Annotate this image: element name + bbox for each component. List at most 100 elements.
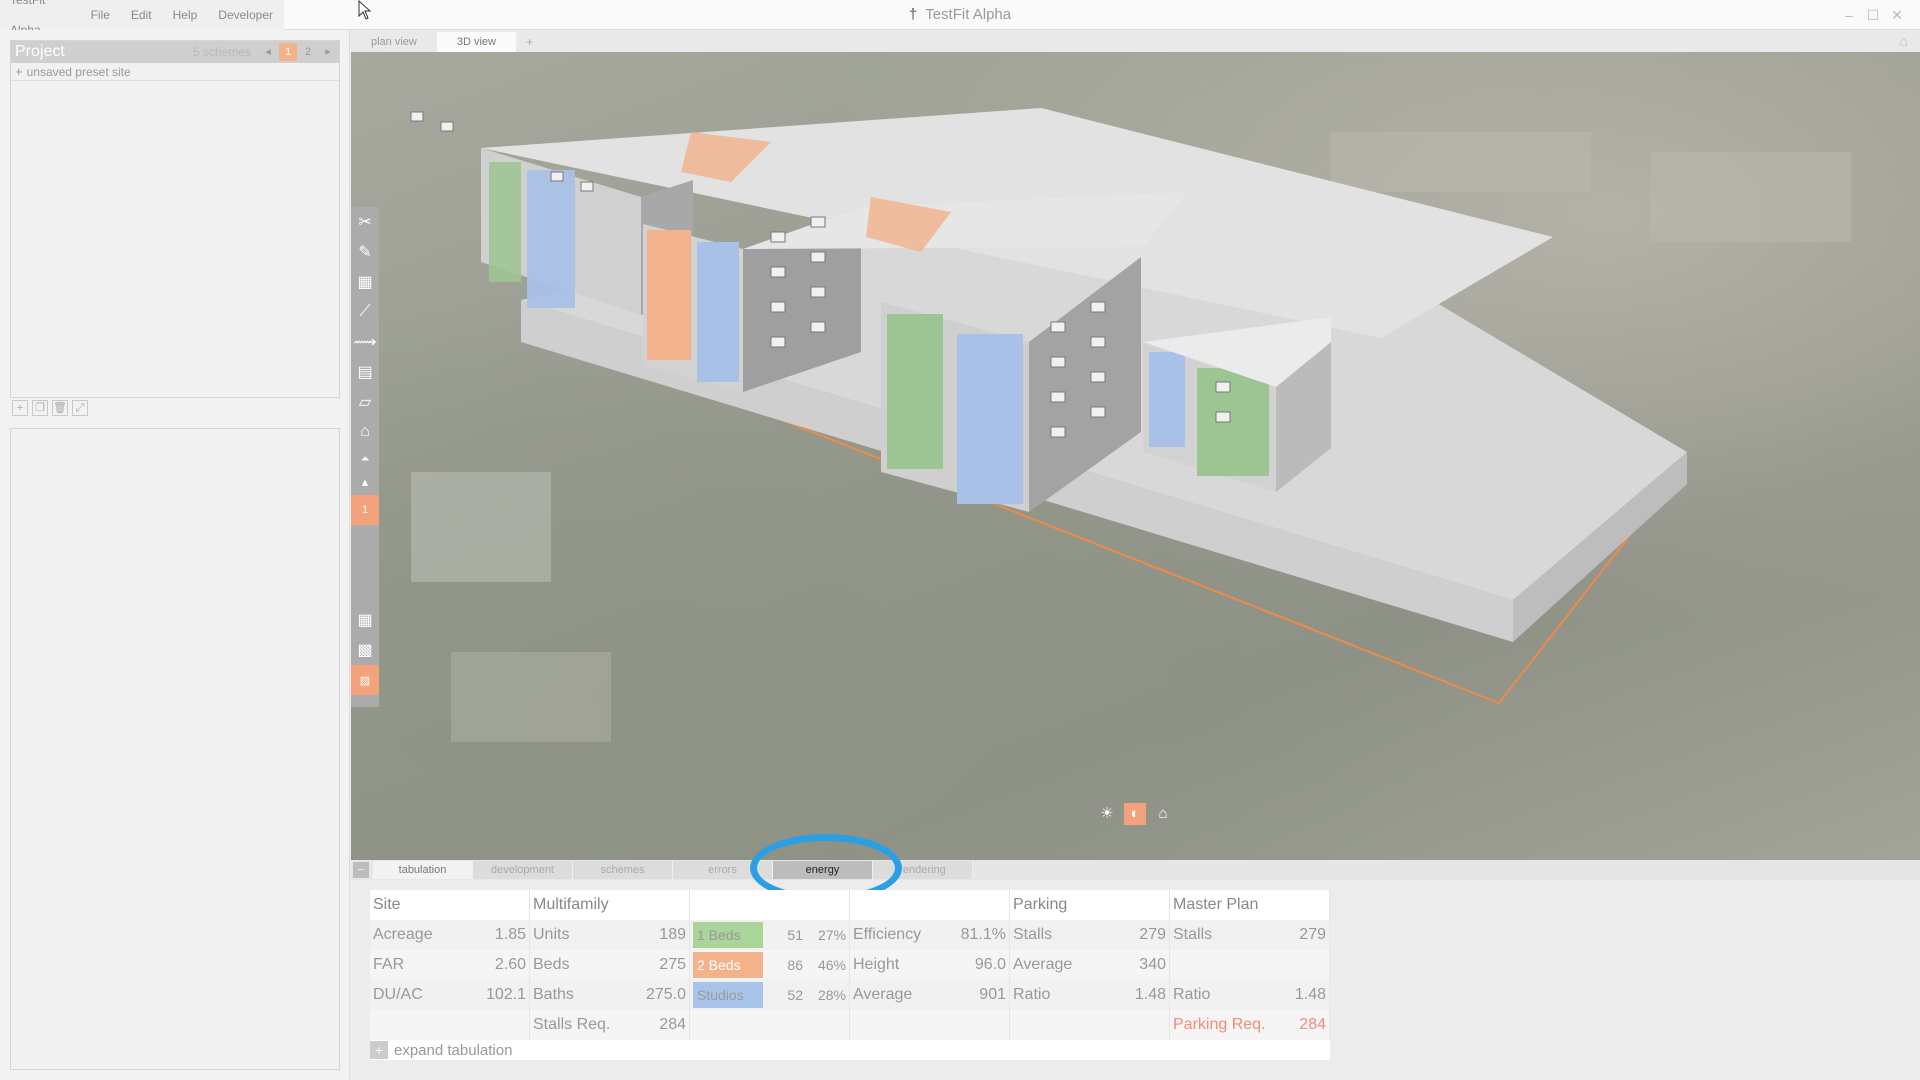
next-page-icon[interactable]: ▸ (319, 43, 337, 61)
title-bar: † TestFit Alpha TestFit Alpha File Edit H… (0, 0, 1920, 37)
tab-tabulation[interactable]: tabulation (373, 861, 473, 879)
ruler-tool-icon[interactable]: ▱ (351, 387, 379, 417)
satellite-view-icon[interactable]: ▩ (351, 635, 379, 665)
menu-bar: TestFit Alpha File Edit Help Developer (0, 0, 284, 37)
tab-plan-view[interactable]: plan view (351, 32, 437, 52)
table-row (1170, 950, 1329, 980)
parking-tool-icon[interactable]: ▤ (351, 357, 379, 387)
multifamily-column: Multifamily Units 189 Beds 275 Baths 275.0 … (530, 890, 690, 1040)
minimize-button[interactable]: – (1840, 6, 1858, 24)
preset-site-label: unsaved preset site (26, 64, 131, 79)
window-title: † TestFit Alpha (0, 0, 1920, 30)
menu-help[interactable]: Help (163, 0, 209, 30)
table-row: Stalls 279 (1010, 920, 1169, 950)
scale-tool-icon[interactable]: ⟋ (351, 297, 379, 327)
table-row: Stalls Req. 284 (530, 1010, 689, 1040)
home-icon[interactable]: ⌂ (1900, 33, 1908, 49)
3d-viewport[interactable] (351, 52, 1920, 860)
floor-indicator[interactable]: 1 (351, 495, 379, 525)
table-row: DU/AC 102.1 (370, 980, 529, 1010)
floor-up-icon[interactable]: ▲ (351, 471, 379, 495)
unit-mix-row: 1 Beds 51 27% (690, 920, 849, 950)
parking-req-row: Parking Req. 284 (1170, 1010, 1329, 1040)
close-button[interactable]: ✕ (1888, 6, 1906, 24)
project-panel: Project 5 schemes ◂ 1 2 ▸ + unsaved pres… (10, 40, 340, 398)
table-row: Beds 275 (530, 950, 689, 980)
left-panel: Project 5 schemes ◂ 1 2 ▸ + unsaved pres… (0, 30, 350, 1080)
window-title-text: TestFit Alpha (925, 6, 1012, 23)
site-header: Site (370, 890, 529, 920)
table-row: Efficiency 81.1% (850, 920, 1009, 950)
multifamily-header: Multifamily (530, 890, 689, 920)
table-row (850, 1010, 1009, 1040)
table-row: Ratio 1.48 (1170, 980, 1329, 1010)
mouse-cursor-icon (358, 0, 372, 20)
tab-errors[interactable]: errors (673, 861, 773, 879)
lighting-controls: ☀ ◐ ⌂ (1096, 803, 1174, 825)
app-logo-icon: † (908, 6, 918, 23)
tab-development[interactable]: development (473, 861, 573, 879)
plus-icon: + (370, 1041, 388, 1059)
plus-icon: + (15, 64, 23, 79)
view-tabs: plan view 3D view + ⌂ (351, 30, 1920, 52)
floor-top-icon[interactable]: ⏶ (351, 447, 379, 471)
tab-schemes[interactable]: schemes (573, 861, 673, 879)
floor-slider[interactable] (351, 525, 379, 605)
properties-panel (10, 428, 340, 1070)
prev-page-icon[interactable]: ◂ (259, 43, 277, 61)
pen-tool-icon[interactable]: ✎ (351, 237, 379, 267)
home-view-icon[interactable]: ⌂ (1152, 803, 1174, 825)
unit-mix-row: Studios 52 28% (690, 980, 849, 1010)
parking-column: Parking Stalls 279 Average 340 Ratio 1.48 (1010, 890, 1170, 1040)
add-icon[interactable]: + (12, 400, 28, 416)
schemes-count: 5 schemes (192, 45, 251, 59)
menu-file[interactable]: File (81, 0, 121, 30)
select-tool-icon[interactable]: ✂ (351, 207, 379, 237)
tabulation-table: Site Acreage 1.85 FAR 2.60 DU/AC 102.1 Mult… (370, 890, 1330, 1040)
parking-header: Parking (1010, 890, 1169, 920)
page-2-button[interactable]: 2 (299, 43, 317, 61)
table-row: Average 901 (850, 980, 1009, 1010)
table-row: FAR 2.60 (370, 950, 529, 980)
building-header (850, 890, 1009, 920)
table-row: Baths 275.0 (530, 980, 689, 1010)
sun-icon[interactable]: ☀ (1096, 803, 1118, 825)
tool-strip: ✂ ✎ ▦ ⟋ ⟿ ▤ ▱ ⌂ ⏶ ▲ 1 ▦ ▩ ▨ (351, 207, 379, 707)
tab-3d-view[interactable]: 3D view (436, 32, 516, 52)
table-row: Average 340 (1010, 950, 1169, 980)
expand-icon[interactable]: ⤢ (72, 400, 88, 416)
tab-energy[interactable]: energy (773, 861, 873, 879)
viewport-area: plan view 3D view + ⌂ (351, 30, 1920, 860)
maximize-button[interactable]: ☐ (1864, 6, 1882, 24)
tab-rendering[interactable]: rendering (873, 861, 973, 879)
table-row (690, 1010, 849, 1040)
tree-tool-icon[interactable]: ⌂ (351, 417, 379, 447)
table-row: Stalls 279 (1170, 920, 1329, 950)
master-plan-column: Master Plan Stalls 279 Ratio 1.48 Parking … (1170, 890, 1330, 1040)
building-model (410, 108, 1851, 742)
table-row: Height 96.0 (850, 950, 1009, 980)
contrast-icon[interactable]: ◐ (1124, 803, 1146, 825)
menu-edit[interactable]: Edit (121, 0, 163, 30)
menu-developer[interactable]: Developer (208, 0, 284, 30)
delete-icon[interactable]: 🗑 (52, 400, 68, 416)
table-row: Units 189 (530, 920, 689, 950)
building-tool-icon[interactable]: ▦ (351, 267, 379, 297)
unit-mix-column: 1 Beds 51 27% 2 Beds 86 46% Studios 52 28% (690, 890, 850, 1040)
site-column: Site Acreage 1.85 FAR 2.60 DU/AC 102.1 (370, 890, 530, 1040)
collapse-icon[interactable]: – (353, 862, 369, 878)
page-1-button[interactable]: 1 (279, 43, 297, 61)
add-view-button[interactable]: + (516, 32, 543, 52)
unit-mix-header (690, 890, 849, 920)
bottom-tabs: – tabulation development schemes errors … (351, 860, 1920, 880)
master-plan-header: Master Plan (1170, 890, 1329, 920)
preset-site-item[interactable]: + unsaved preset site (11, 63, 339, 81)
project-title: Project (15, 43, 65, 60)
grid-view-icon[interactable]: ▦ (351, 605, 379, 635)
expand-tabulation-button[interactable]: + expand tabulation (370, 1040, 1330, 1060)
project-tools: + ❐ 🗑 ⤢ (12, 398, 88, 418)
terrain-view-icon[interactable]: ▨ (351, 665, 379, 695)
copy-icon[interactable]: ❐ (32, 400, 48, 416)
road-tool-icon[interactable]: ⟿ (351, 327, 379, 357)
table-row (370, 1010, 529, 1040)
